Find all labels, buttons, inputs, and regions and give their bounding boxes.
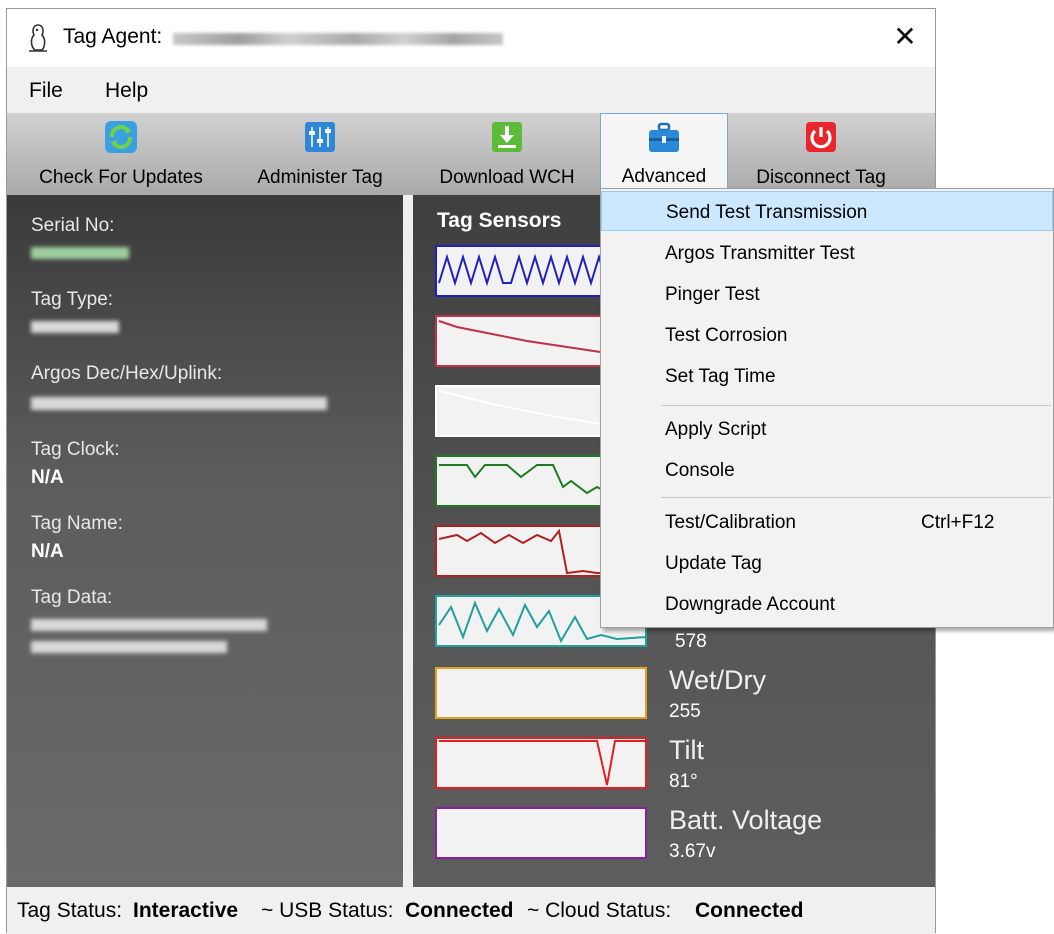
- menu-test-corrosion[interactable]: Test Corrosion: [601, 315, 1053, 355]
- toolbox-icon: [649, 122, 679, 152]
- menu-bar: File Help: [7, 67, 935, 113]
- argos-label: Argos Dec/Hex/Uplink:: [31, 363, 223, 384]
- advanced-dropdown-menu: Send Test Transmission Argos Transmitter…: [600, 188, 1054, 628]
- update-tag-label: Update Tag: [665, 553, 762, 574]
- argos-test-label: Argos Transmitter Test: [665, 243, 855, 264]
- menu-file[interactable]: File: [29, 79, 63, 103]
- menu-console[interactable]: Console: [601, 450, 1053, 490]
- usb-status-label: ~ USB Status:: [261, 899, 394, 922]
- menu-separator: [661, 405, 1051, 406]
- apply-script-label: Apply Script: [665, 419, 767, 440]
- tag-status-label: Tag Status:: [17, 899, 123, 922]
- wetdry-value: 255: [669, 701, 701, 722]
- menu-argos-transmitter-test[interactable]: Argos Transmitter Test: [601, 233, 1053, 273]
- redacted-tag-type-value: [31, 321, 119, 333]
- sliders-icon: [305, 122, 335, 152]
- window-title: Tag Agent:: [63, 25, 163, 48]
- menu-test-calibration[interactable]: Test/Calibration Ctrl+F12: [601, 502, 1053, 542]
- cloud-status-label: ~ Cloud Status:: [527, 899, 672, 922]
- tag-name-value: N/A: [31, 541, 64, 562]
- redacted-argos-value: [31, 397, 327, 410]
- tag-status-value: Interactive: [133, 899, 239, 922]
- sensor-graph-tilt: [435, 737, 647, 789]
- send-test-label: Send Test Transmission: [666, 202, 868, 223]
- power-icon: [806, 122, 836, 152]
- wetdry-label: Wet/Dry: [669, 665, 767, 695]
- title-bar: Tag Agent: ✕: [7, 9, 935, 67]
- test-corrosion-label: Test Corrosion: [665, 325, 788, 346]
- administer-tag-label: Administer Tag: [257, 167, 383, 188]
- status-bar: Tag Status: Interactive ~ USB Status: Co…: [7, 887, 935, 934]
- advanced-button[interactable]: Advanced: [600, 113, 728, 195]
- download-wch-button[interactable]: Download WCH: [417, 113, 597, 195]
- serial-label: Serial No:: [31, 215, 115, 236]
- close-icon[interactable]: ✕: [885, 17, 925, 57]
- administer-tag-button[interactable]: Administer Tag: [237, 113, 403, 195]
- download-wch-label: Download WCH: [439, 167, 575, 188]
- menu-set-tag-time[interactable]: Set Tag Time: [601, 356, 1053, 396]
- tag-clock-value: N/A: [31, 467, 64, 488]
- sensor-6-value: 578: [675, 631, 707, 652]
- battery-label: Batt. Voltage: [669, 805, 823, 835]
- check-updates-label: Check For Updates: [39, 167, 203, 188]
- menu-send-test-transmission[interactable]: Send Test Transmission: [601, 191, 1053, 231]
- battery-value: 3.67v: [669, 841, 716, 862]
- tag-data-label: Tag Data:: [31, 587, 113, 608]
- check-updates-button[interactable]: Check For Updates: [21, 113, 221, 195]
- pinger-test-label: Pinger Test: [665, 284, 760, 305]
- test-calibration-label: Test/Calibration: [665, 512, 796, 533]
- tag-clock-label: Tag Clock:: [31, 439, 120, 460]
- disconnect-tag-label: Disconnect Tag: [756, 167, 886, 188]
- menu-separator: [661, 497, 1051, 498]
- refresh-icon: [105, 121, 137, 153]
- download-icon: [492, 122, 522, 152]
- tag-sensors-title: Tag Sensors: [437, 209, 562, 232]
- cloud-status-value: Connected: [695, 899, 804, 922]
- menu-help[interactable]: Help: [105, 79, 148, 103]
- disconnect-tag-button[interactable]: Disconnect Tag: [741, 113, 901, 195]
- menu-downgrade-account[interactable]: Downgrade Account: [601, 584, 1053, 624]
- tag-info-panel: Serial No: Tag Type: Argos Dec/Hex/Uplin…: [7, 195, 403, 887]
- test-calibration-shortcut: Ctrl+F12: [921, 512, 995, 533]
- sensor-graph-battery: [435, 807, 647, 859]
- redacted-title-text: [173, 33, 503, 45]
- penguin-app-icon: [29, 24, 47, 52]
- toolbar: Check For Updates Administer Tag Downloa…: [7, 113, 935, 195]
- menu-apply-script[interactable]: Apply Script: [601, 409, 1053, 449]
- console-label: Console: [665, 460, 735, 481]
- usb-status-value: Connected: [405, 899, 514, 922]
- tag-name-label: Tag Name:: [31, 513, 123, 534]
- panel-divider[interactable]: [403, 195, 413, 887]
- tilt-value: 81°: [669, 771, 698, 792]
- redacted-serial-value: [31, 247, 129, 259]
- tag-type-label: Tag Type:: [31, 289, 114, 310]
- downgrade-account-label: Downgrade Account: [665, 594, 836, 615]
- advanced-label: Advanced: [621, 166, 707, 187]
- menu-update-tag[interactable]: Update Tag: [601, 543, 1053, 583]
- redacted-tag-data-line2: [31, 641, 227, 653]
- sensor-graph-wetdry: [435, 667, 647, 719]
- tilt-label: Tilt: [669, 735, 704, 765]
- set-tag-time-label: Set Tag Time: [665, 366, 776, 387]
- redacted-tag-data-line1: [31, 619, 267, 631]
- menu-pinger-test[interactable]: Pinger Test: [601, 274, 1053, 314]
